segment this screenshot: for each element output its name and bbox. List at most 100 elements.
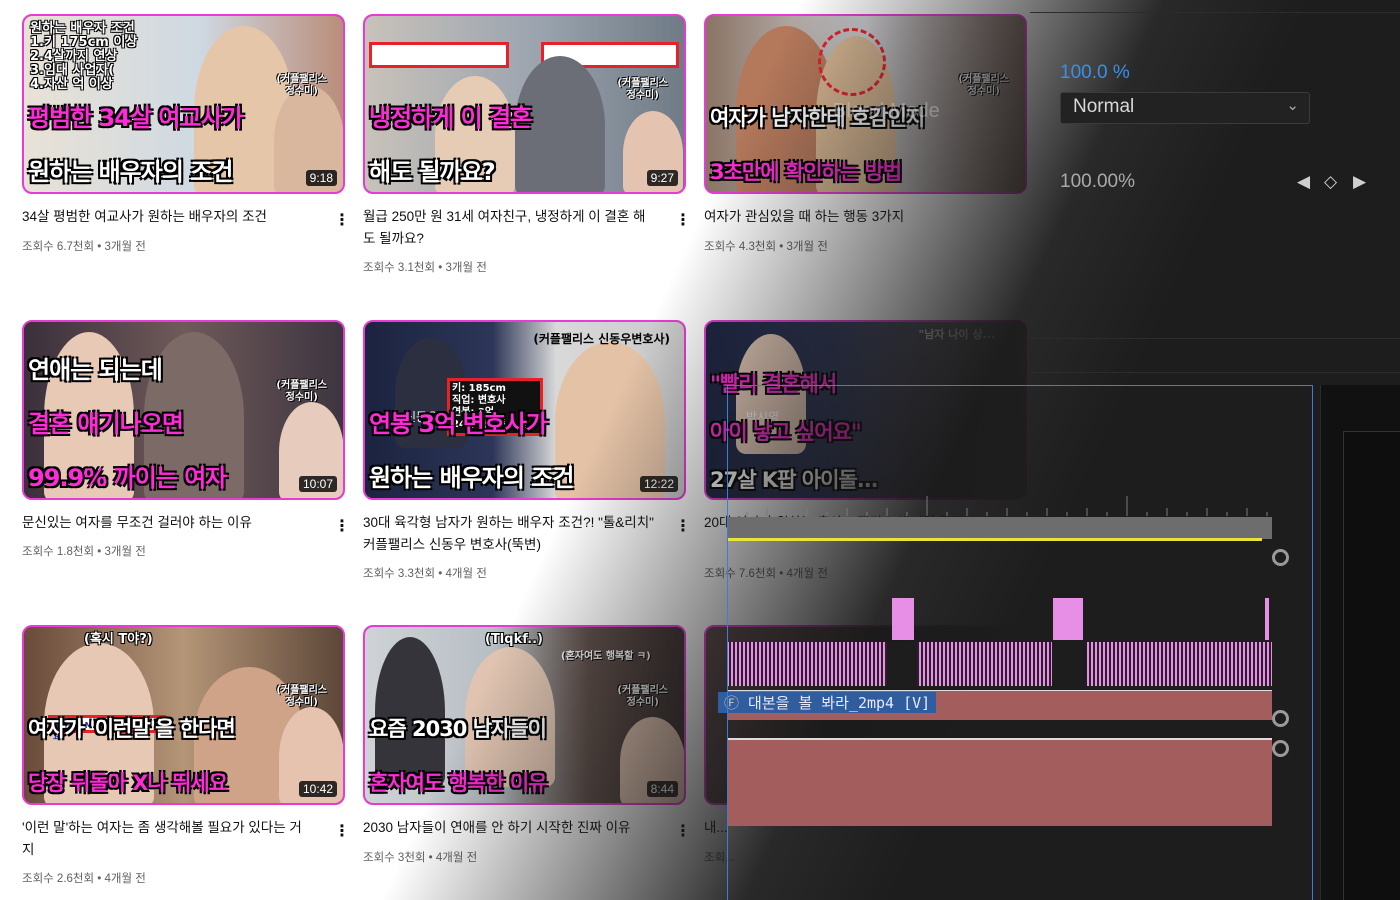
thumbnail-channel-tag: (커플팰리스 정수미) [958, 74, 1009, 97]
thumbnail-channel-tag: (커플팰리스 정수미) [276, 380, 327, 403]
caption-line: 원하는 배우자의 조건 [28, 158, 233, 186]
video-title[interactable]: 월급 250만 원 31세 여자친구, 냉정하게 이 결혼 해도 될까요? [363, 206, 655, 250]
video-card[interactable]: (커플팰리스 정수미) 냉정하게 이 결혼 해도 될까요? 9:27 월급 25… [363, 14, 691, 274]
render-status-bar [727, 538, 1262, 541]
video-meta: 조회수 2.6천회 • 4개월 전 [22, 873, 146, 885]
more-options-icon[interactable]: ⋮ [334, 210, 350, 229]
video-duration: 9:18 [305, 170, 337, 186]
thumbnail-top-right-text: (혼자여도 행복할 ㅋ) [561, 651, 651, 662]
caption-line: 해도 될까요? [369, 158, 496, 186]
caption-line: 99.9% 까이는 여자 [28, 464, 227, 492]
thumbnail-caption: 평범한 34살 여교사가 원하는 배우자의 조건 [28, 78, 244, 186]
divider [1030, 338, 1400, 339]
blend-mode-dropdown[interactable]: Normal ⌄ [1060, 92, 1310, 124]
video-thumbnail[interactable]: 원하는 배우자 조건 1.키 175cm 이상 2.4살까지 연상 3.임대 사… [22, 14, 345, 194]
scale-value[interactable]: 100.00% [1060, 171, 1135, 193]
video-thumbnail[interactable]: (혹시 T야?) (커플팰리스 정수미) MB말고 MBTI 어떻게 되세요? … [22, 625, 345, 805]
work-area-bar[interactable] [727, 517, 1272, 539]
waveform-gap [1052, 642, 1087, 686]
video-card[interactable]: (Tlqkf..) (혼자여도 행복할 ㅋ) (커플팰리스 정수미) 요즘 20… [363, 625, 691, 864]
caption-line: 원하는 배우자의 조건 [369, 464, 574, 492]
next-keyframe-icon[interactable]: ▶ [1353, 172, 1366, 192]
caption-line: 3초만에 확인하는 방법 [710, 160, 902, 184]
video-card[interactable]: (혹시 T야?) (커플팰리스 정수미) MB말고 MBTI 어떻게 되세요? … [22, 625, 350, 885]
audio-waveform-upper [727, 598, 1272, 640]
thumbnail-caption: 연애는 되는데 결혼 얘기나오면 99.9% 까이는 여자 [28, 330, 227, 492]
thumbnail-caption: 냉정하게 이 결혼 해도 될까요? [369, 78, 532, 186]
waveform-segment [1053, 598, 1083, 640]
video-meta: 조회수 3천회 • 4개월 전 [363, 852, 478, 864]
clip-name: 대본을 볼 봐라_2mp4 [V] [748, 694, 931, 712]
prev-keyframe-icon[interactable]: ◀ [1297, 172, 1310, 192]
thumbnail-caption: 여자가 '이런말'을 한다면 당장 뒤돌아 X나 뛰세요 [28, 689, 236, 797]
video-title[interactable]: 30대 육각형 남자가 원하는 배우자 조건?! "톨&리치" 커플팰리스 신동… [363, 512, 655, 556]
caption-line: 연애는 되는데 [28, 356, 163, 384]
more-options-icon[interactable]: ⋮ [334, 516, 350, 535]
thumbnail-caption: 여자가 남자한테 호감인지 3초만에 확인하는 방법 [710, 78, 925, 186]
track-height-handle[interactable] [1272, 710, 1289, 727]
caption-line: 냉정하게 이 결혼 [369, 104, 532, 132]
audio-waveform-lower [727, 642, 1272, 686]
video-meta: 조회수 6.7천회 • 3개월 전 [22, 241, 146, 253]
video-title[interactable]: 문신있는 여자를 무조건 걸러야 하는 이유 [22, 512, 314, 534]
video-duration: 8:44 [646, 781, 678, 797]
more-options-icon[interactable]: ⋮ [675, 821, 691, 840]
video-title[interactable]: '이런 말'하는 여자는 좀 생각해볼 필요가 있다는 거지 [22, 817, 314, 861]
video-card[interactable]: (커플팰리스 신동우변호사) 키: 185cm 직업: 변호사 연봉: 3억 2… [363, 320, 691, 580]
thumbnail-channel-tag: (커플팰리스 정수미) [617, 78, 668, 101]
thumbnail-caption: 연봉 3억 변호사가 원하는 배우자의 조건 [369, 384, 574, 492]
thumbnail-channel-tag: (커플팰리스 정수미) [617, 685, 668, 708]
more-options-icon[interactable]: ⋮ [675, 210, 691, 229]
video-duration: 12:22 [639, 476, 678, 492]
video-clip-lower[interactable] [727, 738, 1272, 826]
chevron-down-icon: ⌄ [1286, 97, 1299, 114]
caption-line: 결혼 얘기나오면 [28, 410, 184, 438]
divider [1030, 372, 1400, 373]
divider [1030, 12, 1400, 13]
video-meta: 조회수 1.8천회 • 3개월 전 [22, 546, 146, 558]
time-ruler[interactable] [727, 488, 1272, 516]
blend-mode-ghost-label: Blend Mode [833, 100, 940, 122]
playhead-line[interactable] [727, 385, 728, 900]
clip-name-label[interactable]: Ⓕ 대본을 볼 봐라_2mp4 [V] [718, 692, 937, 713]
video-meta: 조회수 3.3천회 • 4개월 전 [363, 568, 487, 580]
more-options-icon[interactable]: ⋮ [334, 821, 350, 840]
caption-line: 여자가 '이런말'을 한다면 [28, 717, 236, 741]
video-duration: 10:42 [298, 781, 337, 797]
blend-mode-value: Normal [1073, 96, 1135, 117]
opacity-value[interactable]: 100.0 % [1060, 62, 1130, 84]
video-duration: 10:07 [298, 476, 337, 492]
video-thumbnail[interactable]: (커플팰리스 정수미) 냉정하게 이 결혼 해도 될까요? 9:27 [363, 14, 686, 194]
caption-line: 연봉 3억 변호사가 [369, 410, 548, 438]
video-title[interactable]: 여자가 관심있을 때 하는 행동 3가지 [704, 206, 996, 228]
video-meta: 조회수 4.3천회 • 3개월 전 [704, 241, 828, 253]
video-thumbnail[interactable]: (커플팰리스 신동우변호사) 키: 185cm 직업: 변호사 연봉: 3억 2… [363, 320, 686, 500]
thumbnail-caption: 요즘 2030 남자들이 혼자여도 행복한 이유 [369, 689, 548, 797]
video-card[interactable]: (커플팰리스 정수미) 연애는 되는데 결혼 얘기나오면 99.9% 까이는 여… [22, 320, 350, 558]
side-panel [1320, 385, 1400, 900]
thumbnail-channel-tag: (커플팰리스 정수미) [276, 685, 327, 708]
caption-line: 혼자여도 행복한 이유 [369, 771, 548, 795]
caption-line: 당장 뒤돌아 X나 뛰세요 [28, 771, 228, 795]
video-duration: 9:27 [646, 170, 678, 186]
thumbnail-top-right-text: (커플팰리스 신동우변호사) [533, 332, 670, 346]
caption-line: 요즘 2030 남자들이 [369, 717, 547, 741]
video-card[interactable]: 원하는 배우자 조건 1.키 175cm 이상 2.4살까지 연상 3.임대 사… [22, 14, 350, 253]
video-title[interactable]: 2030 남자들이 연애를 안 하기 시작한 진짜 이유 [363, 817, 655, 839]
video-meta: 조회수 3.1천회 • 3개월 전 [363, 262, 487, 274]
video-thumbnail[interactable]: (Tlqkf..) (혼자여도 행복할 ㅋ) (커플팰리스 정수미) 요즘 20… [363, 625, 686, 805]
thumbnail-redbox [369, 42, 509, 68]
thumbnail-channel-tag: (커플팰리스 정수미) [276, 74, 327, 97]
track-height-handle[interactable] [1272, 549, 1289, 566]
track-height-handle[interactable] [1272, 740, 1289, 757]
video-thumbnail[interactable]: (커플팰리스 정수미) 연애는 되는데 결혼 얘기나오면 99.9% 까이는 여… [22, 320, 345, 500]
side-panel-inner [1343, 431, 1400, 900]
video-title[interactable]: 34살 평범한 여교사가 원하는 배우자의 조건 [22, 206, 314, 228]
thumbnail-top-right-text: "남자 나이 상... [918, 328, 995, 341]
add-keyframe-icon[interactable]: ◇ [1324, 172, 1337, 192]
waveform-segment [1265, 598, 1269, 640]
waveform-gap [887, 642, 917, 686]
caption-line: 평범한 34살 여교사가 [28, 104, 244, 132]
thumbnail-top-text: (혹시 T야?) [84, 632, 153, 647]
more-options-icon[interactable]: ⋮ [675, 516, 691, 535]
